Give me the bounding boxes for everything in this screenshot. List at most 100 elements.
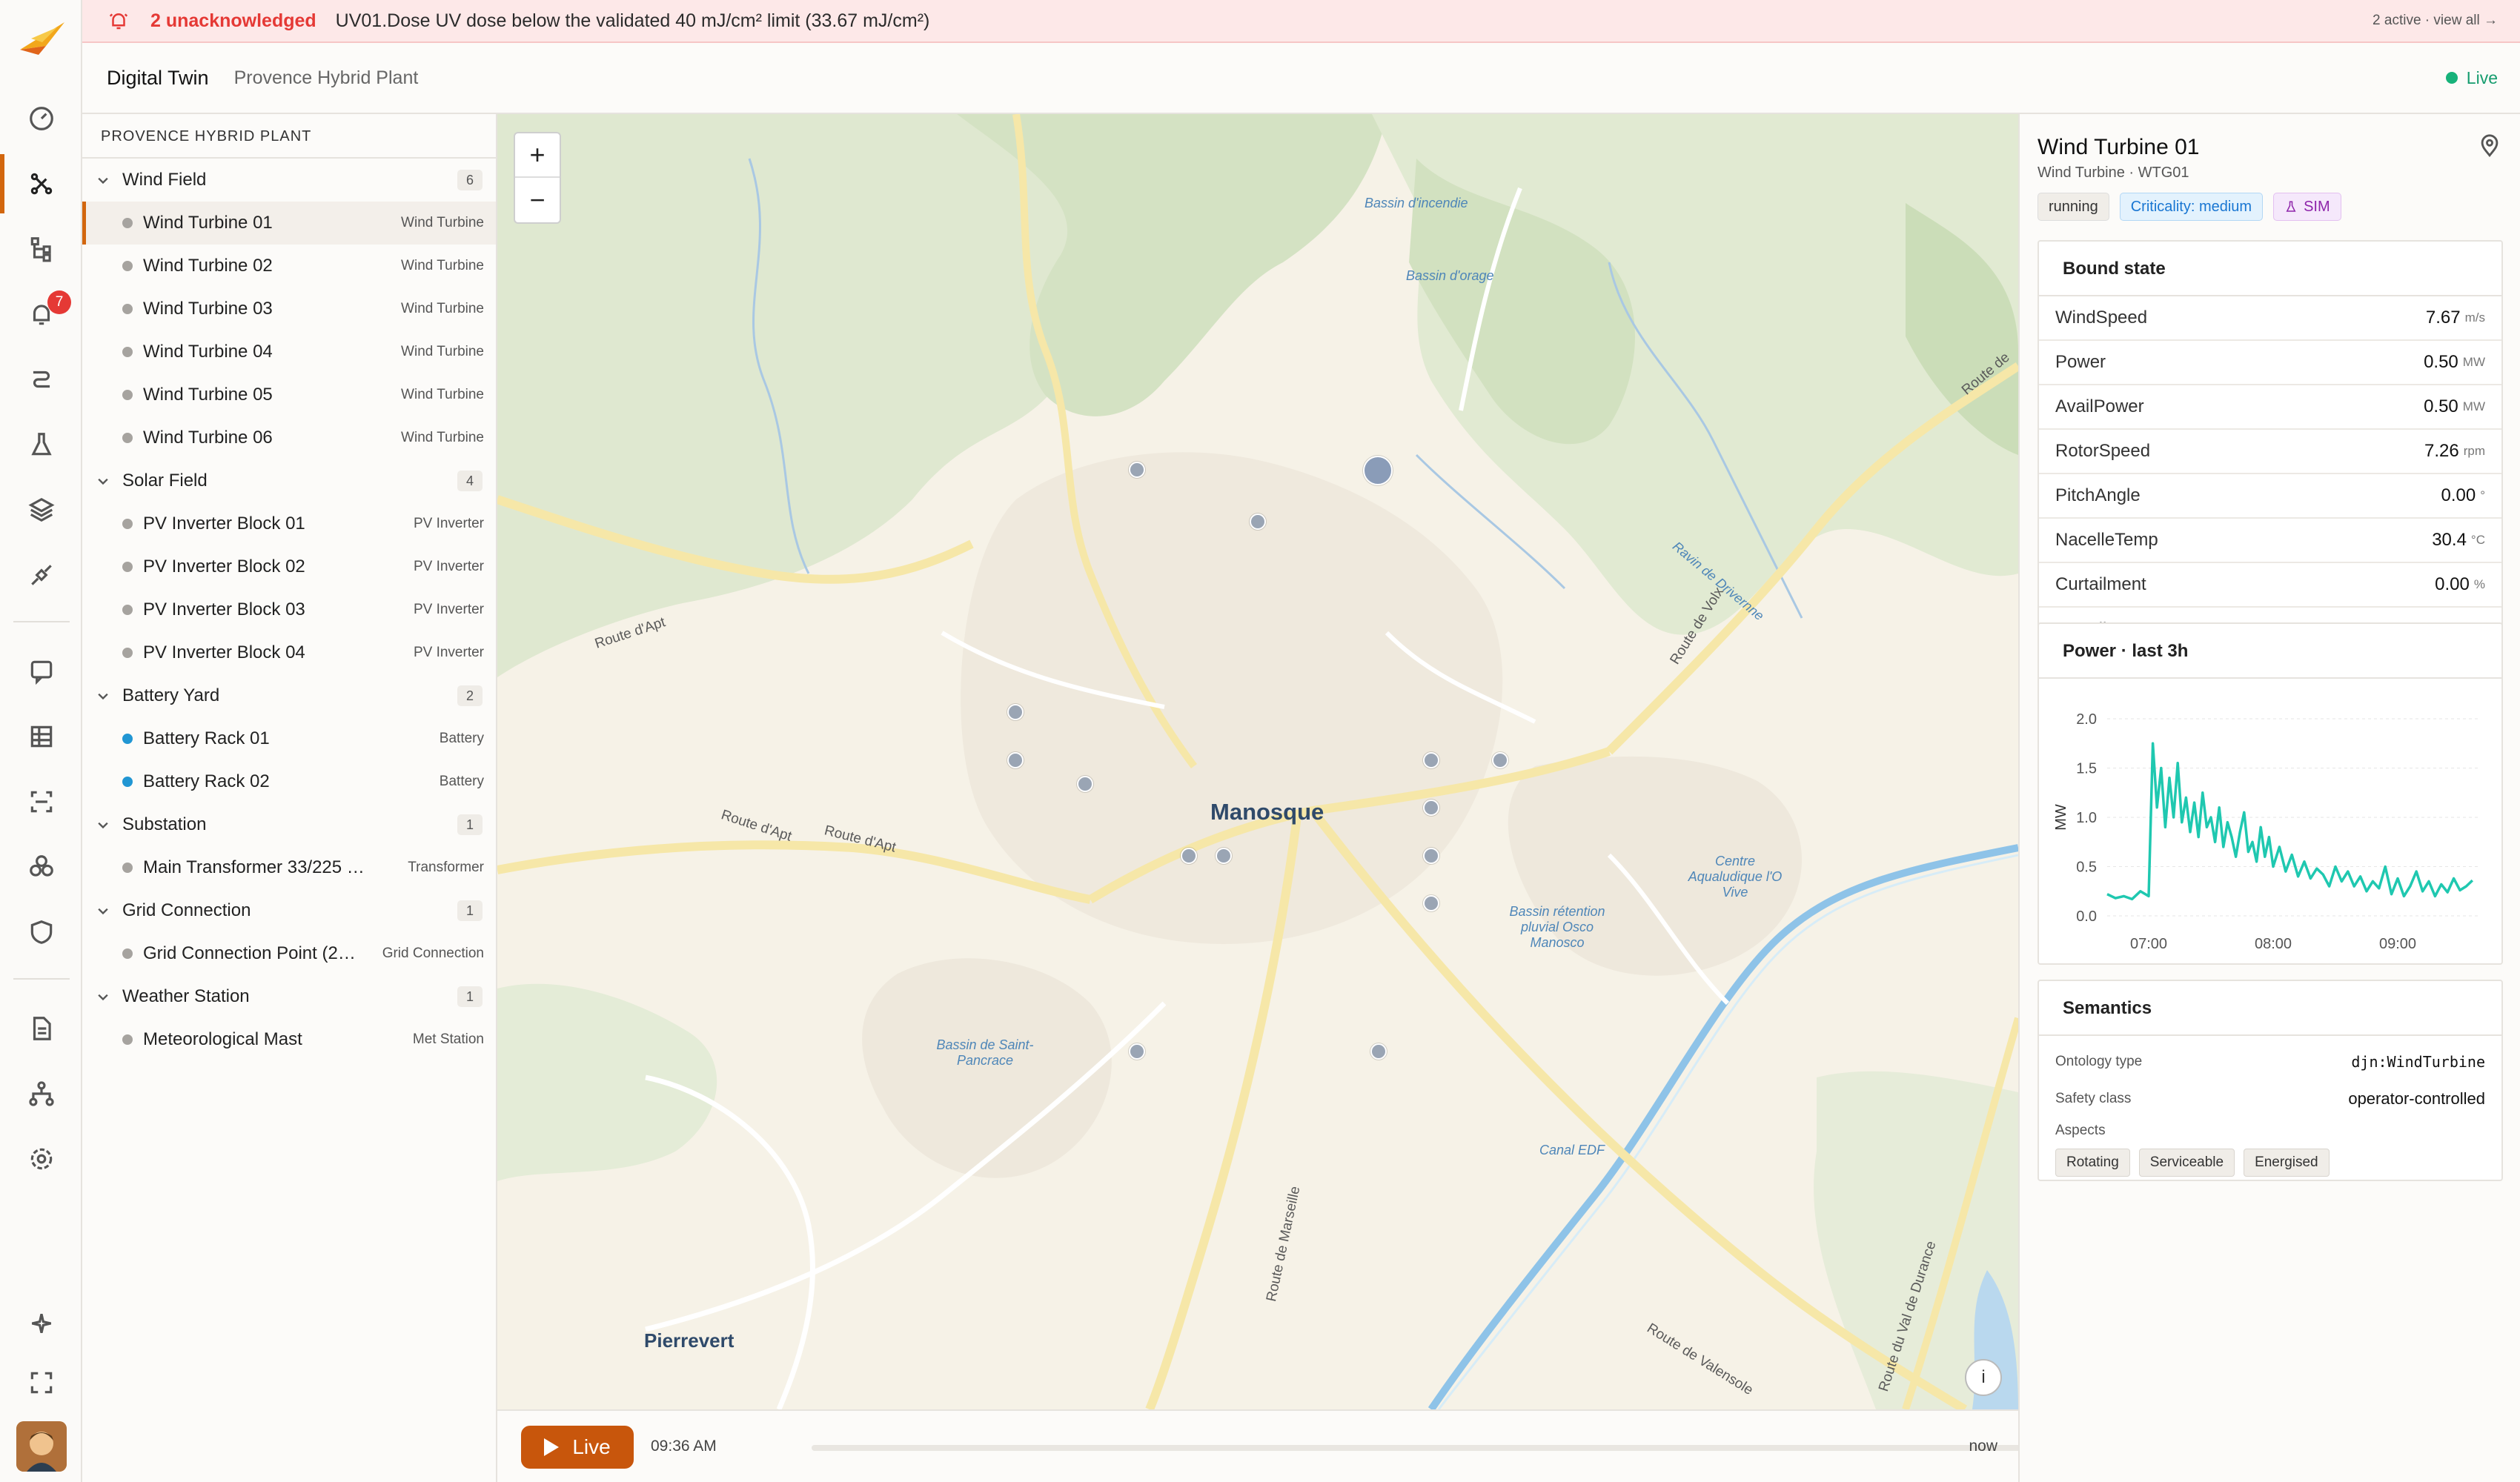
state-value: 7.67 xyxy=(2425,308,2461,328)
chevron-down-icon[interactable] xyxy=(93,471,113,491)
tree-group[interactable]: Wind Field 6 xyxy=(82,159,496,202)
tree-group-name: Grid Connection xyxy=(122,900,251,920)
tree-item[interactable]: Main Transformer 33/225 kV Transformer xyxy=(82,846,496,889)
asset-marker[interactable] xyxy=(1423,848,1439,864)
tree-item-name: Wind Turbine 04 xyxy=(143,342,273,362)
layers-icon[interactable] xyxy=(25,494,58,526)
state-unit: % xyxy=(2473,577,2485,591)
map-label-pierrevert: Pierrevert xyxy=(644,1329,735,1352)
asset-marker[interactable] xyxy=(1492,752,1508,768)
flask-icon xyxy=(2286,201,2296,212)
tree-item[interactable]: PV Inverter Block 01 PV Inverter xyxy=(82,502,496,545)
table-grid-icon[interactable] xyxy=(25,720,58,753)
state-value: 30.4 xyxy=(2432,530,2467,550)
tree-group[interactable]: Grid Connection 1 xyxy=(82,889,496,932)
document-icon[interactable] xyxy=(25,1012,58,1045)
settings-gear-icon[interactable] xyxy=(25,1143,58,1175)
digital-twin-icon[interactable] xyxy=(25,167,58,200)
tree-item[interactable]: Meteorological Mast Met Station xyxy=(82,1018,496,1061)
chat-icon[interactable] xyxy=(25,655,58,688)
tree-item[interactable]: Battery Rack 02 Battery xyxy=(82,760,496,803)
tree-group[interactable]: Weather Station 1 xyxy=(82,975,496,1018)
power-chart-card: Power · last 3h 0.0 0.5 1.0 1.5 2.0 07:00 08:0… xyxy=(2037,622,2503,965)
chevron-down-icon[interactable] xyxy=(93,986,113,1007)
asset-marker[interactable] xyxy=(1077,776,1093,792)
sim-tag: SIM xyxy=(2273,193,2341,221)
tree-item[interactable]: PV Inverter Block 04 PV Inverter xyxy=(82,631,496,674)
site-map[interactable]: + − Bassin d'incendie Bassin d'orage Rou… xyxy=(497,114,2018,1409)
x-tick-label: 07:00 xyxy=(2130,936,2167,952)
tree-item-name: Battery Rack 02 xyxy=(143,771,270,791)
tree-item-type: PV Inverter xyxy=(413,559,484,574)
live-playback-button[interactable]: Live xyxy=(521,1426,634,1469)
page-header: Digital Twin Provence Hybrid Plant Live xyxy=(82,43,2520,114)
map-attribution-info-button[interactable]: i xyxy=(1965,1359,2002,1396)
chevron-down-icon[interactable] xyxy=(93,170,113,190)
status-dot-icon xyxy=(122,863,133,873)
brand-logo[interactable] xyxy=(16,16,68,61)
fullscreen-icon[interactable] xyxy=(25,1366,58,1399)
unacknowledged-count: 2 unacknowledged xyxy=(150,10,316,31)
tree-item-type: Battery xyxy=(439,774,484,789)
zoom-in-button[interactable]: + xyxy=(515,133,560,178)
asset-marker[interactable] xyxy=(1216,848,1232,864)
map-label: Canal EDF xyxy=(1539,1143,1605,1157)
page-title: Digital Twin xyxy=(107,66,209,89)
chevron-down-icon[interactable] xyxy=(93,900,113,921)
asset-marker[interactable] xyxy=(1181,848,1197,864)
tree-item[interactable]: Wind Turbine 04 Wind Turbine xyxy=(82,330,496,373)
hierarchy-icon[interactable] xyxy=(25,233,58,265)
scan-icon[interactable] xyxy=(25,785,58,818)
asset-marker-selected[interactable] xyxy=(1363,456,1393,485)
tree-item[interactable]: Wind Turbine 06 Wind Turbine xyxy=(82,416,496,459)
chevron-down-icon[interactable] xyxy=(93,814,113,835)
dashboard-icon[interactable] xyxy=(25,102,58,135)
zoom-out-button[interactable]: − xyxy=(515,178,560,222)
y-tick-label: 2.0 xyxy=(2076,711,2097,728)
asset-marker[interactable] xyxy=(1007,704,1024,720)
tree-item[interactable]: Wind Turbine 05 Wind Turbine xyxy=(82,373,496,416)
asset-marker[interactable] xyxy=(1129,462,1145,478)
safety-row: Safety class operator-controlled xyxy=(2039,1080,2501,1117)
components-icon[interactable] xyxy=(25,851,58,883)
tree-group[interactable]: Substation 1 xyxy=(82,803,496,846)
tree-item[interactable]: Grid Connection Point (22… Grid Connectio… xyxy=(82,932,496,975)
asset-marker[interactable] xyxy=(1007,752,1024,768)
flows-icon[interactable] xyxy=(25,363,58,396)
tree-group[interactable]: Battery Yard 2 xyxy=(82,674,496,717)
asset-marker[interactable] xyxy=(1250,514,1266,530)
locate-pin-icon[interactable] xyxy=(2477,133,2502,159)
org-tree-icon[interactable] xyxy=(25,1077,58,1110)
status-dot-icon xyxy=(122,433,133,443)
safety-label: Safety class xyxy=(2055,1091,2132,1106)
play-icon xyxy=(544,1438,560,1456)
chevron-down-icon[interactable] xyxy=(93,685,113,706)
tree-item[interactable]: Battery Rack 01 Battery xyxy=(82,717,496,760)
tree-item[interactable]: PV Inverter Block 03 PV Inverter xyxy=(82,588,496,631)
tree-item[interactable]: Wind Turbine 03 Wind Turbine xyxy=(82,288,496,330)
tree-item[interactable]: Wind Turbine 02 Wind Turbine xyxy=(82,245,496,288)
shield-icon[interactable] xyxy=(25,916,58,948)
asset-marker[interactable] xyxy=(1370,1043,1387,1060)
rail-divider xyxy=(13,621,70,622)
asset-marker[interactable] xyxy=(1423,895,1439,911)
tree-group-count: 1 xyxy=(457,900,483,921)
asset-marker[interactable] xyxy=(1423,752,1439,768)
user-avatar[interactable] xyxy=(16,1421,67,1472)
tree-item[interactable]: Wind Turbine 01 Wind Turbine xyxy=(82,202,496,245)
tree-item-name: PV Inverter Block 04 xyxy=(143,642,305,662)
lab-flask-icon[interactable] xyxy=(25,428,58,461)
y-tick-label: 0.5 xyxy=(2076,860,2097,876)
tree-group[interactable]: Solar Field 4 xyxy=(82,459,496,502)
view-all-alarms-link[interactable]: 2 active · view all → xyxy=(2373,13,2498,29)
tree-item-name: Main Transformer 33/225 kV xyxy=(143,857,365,877)
asset-marker[interactable] xyxy=(1423,800,1439,816)
x-tick-label: 08:00 xyxy=(2255,936,2292,952)
state-unit: ° xyxy=(2480,488,2485,502)
alarm-banner[interactable]: 2 unacknowledged UV01.Dose UV dose below… xyxy=(82,0,2520,43)
sparkle-ai-icon[interactable] xyxy=(25,1307,58,1340)
tree-item[interactable]: PV Inverter Block 02 PV Inverter xyxy=(82,545,496,588)
integrations-plug-icon[interactable] xyxy=(25,559,58,591)
asset-marker[interactable] xyxy=(1129,1043,1145,1060)
asset-tree-panel: PROVENCE HYBRID PLANT Wind Field 6 Wind Tu… xyxy=(82,114,497,1482)
